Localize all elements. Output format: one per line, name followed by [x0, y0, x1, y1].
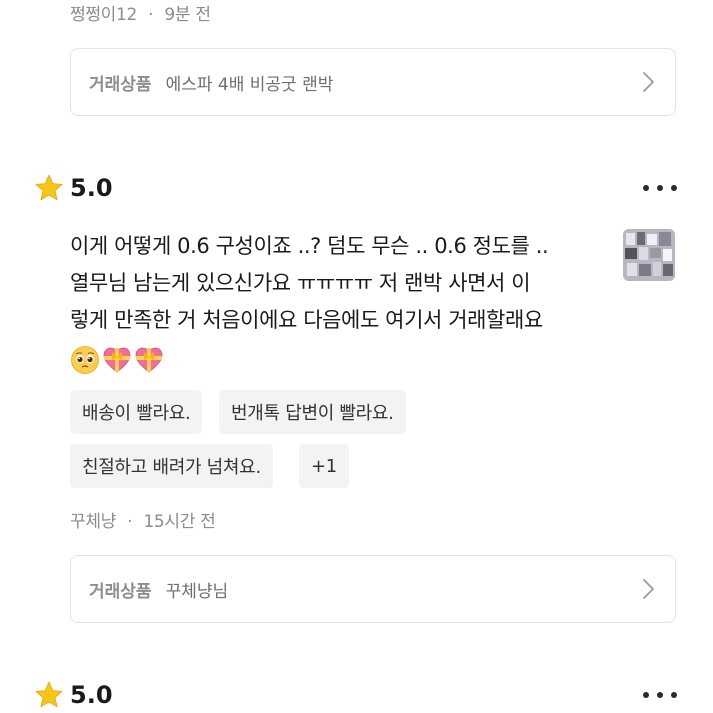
more-dot: [671, 185, 677, 191]
review-tag: 배송이 빨라요.: [70, 390, 203, 434]
product-card[interactable]: 거래상품 꾸체냥님: [70, 555, 676, 623]
rating-score: 5.0: [70, 681, 113, 709]
meta-separator: ·: [127, 512, 133, 532]
product-name: 꾸체냥님: [165, 581, 229, 602]
more-options-button[interactable]: [643, 690, 677, 700]
review-text-line: 렇게 만족한 거 처음이에요 다음에도 여기서 거래할래요: [70, 308, 543, 332]
review-tag: 친절하고 배려가 넘쳐요.: [70, 444, 273, 488]
heart-with-ribbon-emoji: [135, 347, 163, 373]
review-text-line: 열무님 남는게 있으신가요 ㅠㅠㅠㅠ 저 랜박 사면서 이: [70, 271, 531, 295]
review-time: 15시간 전: [143, 512, 216, 532]
star-icon: [35, 174, 63, 201]
more-dot: [643, 692, 649, 698]
more-dot: [671, 692, 677, 698]
review-tag: 번개톡 답변이 빨라요.: [219, 390, 406, 434]
chevron-right-icon: [643, 579, 654, 599]
review-photo-thumbnail[interactable]: [623, 229, 675, 281]
review-tag-more[interactable]: +1: [299, 444, 349, 488]
review-time: 9분 전: [164, 5, 211, 25]
pleading-face-emoji: [71, 346, 99, 374]
more-options-button[interactable]: [643, 183, 677, 193]
rating-row: 5.0: [34, 173, 113, 203]
review-author: 꾸체냥: [70, 512, 117, 532]
meta-separator: ·: [148, 5, 154, 25]
rating-row-next: 5.0: [34, 680, 113, 710]
rating-score: 5.0: [70, 174, 113, 202]
emoji-row: [70, 345, 164, 375]
more-dot: [657, 692, 663, 698]
star-icon: [35, 681, 63, 708]
product-label: 거래상품: [89, 581, 152, 602]
product-label: 거래상품: [89, 74, 152, 95]
more-dot: [657, 185, 663, 191]
chevron-right-icon: [643, 72, 654, 92]
review-author: 쩡쩡이12: [70, 5, 138, 25]
review-meta: 꾸체냥 · 15시간 전: [70, 507, 216, 532]
more-dot: [643, 185, 649, 191]
review-meta-top: 쩡쩡이12 · 9분 전: [70, 0, 211, 25]
heart-with-ribbon-emoji: [103, 347, 131, 373]
product-name: 에스파 4배 비공굿 랜박: [165, 74, 334, 95]
review-text: 이게 어떻게 0.6 구성이죠 ..? 덤도 무슨 .. 0.6 정도를 .. …: [70, 228, 610, 339]
photo-thumbnail-image: [623, 229, 675, 281]
review-text-line: 이게 어떻게 0.6 구성이죠 ..? 덤도 무슨 .. 0.6 정도를 ..: [70, 234, 549, 258]
product-card-top[interactable]: 거래상품 에스파 4배 비공굿 랜박: [70, 48, 676, 116]
